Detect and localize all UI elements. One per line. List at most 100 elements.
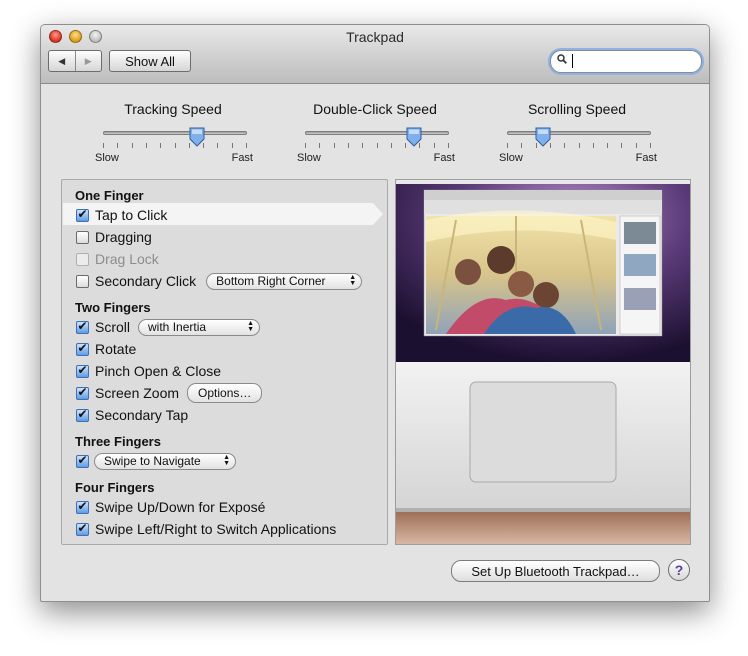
secondary-click-row[interactable]: Secondary Click Bottom Right Corner ▲ ▼: [76, 271, 363, 291]
rotate-label: Rotate: [95, 341, 137, 357]
secondary-click-label: Secondary Click: [95, 273, 197, 289]
updown-arrows-icon: ▲ ▼: [223, 454, 230, 467]
slider-tick: [434, 143, 435, 148]
preview-illustration: [396, 180, 690, 544]
scrolling-speed-track[interactable]: [507, 131, 651, 135]
slider-tick: [507, 143, 508, 148]
rotate-checkbox[interactable]: [76, 342, 89, 356]
slider-tick: [391, 143, 392, 148]
slider-tick: [579, 143, 580, 148]
scrolling-speed-label: Scrolling Speed: [527, 101, 627, 117]
pinch-row[interactable]: Pinch Open & Close: [76, 361, 221, 381]
slider-tick: [362, 143, 363, 148]
forward-button[interactable]: ▶: [76, 51, 102, 71]
slider-tick: [117, 143, 118, 148]
scrolling-speed-fast-label: Fast: [635, 152, 657, 164]
screen-zoom-options-button[interactable]: Options…: [187, 383, 263, 403]
search-field[interactable]: [550, 50, 702, 73]
gesture-preview-video: [395, 179, 691, 545]
trackpad-preferences-window: Trackpad ◀ ▶ Show All Tracking Speed Slo…: [40, 24, 710, 602]
slider-tick: [132, 143, 133, 148]
tracking-speed-label: Tracking Speed: [124, 101, 222, 117]
secondary-click-popup[interactable]: Bottom Right Corner ▲ ▼: [206, 272, 363, 290]
tracking-speed-ticks: [103, 143, 247, 149]
updown-arrows-icon: ▲ ▼: [247, 320, 255, 333]
title-bar: Trackpad ◀ ▶ Show All: [41, 25, 709, 84]
switch-apps-label: Swipe Left/Right to Switch Applications: [95, 521, 337, 537]
one-finger-heading: One Finger: [75, 188, 144, 203]
screen-zoom-label: Screen Zoom: [95, 385, 180, 401]
slider-tick: [650, 143, 651, 148]
slider-tick: [146, 143, 147, 148]
scroll-row[interactable]: Scroll with Inertia ▲▼: [76, 317, 261, 337]
pinch-checkbox[interactable]: [76, 364, 89, 378]
two-fingers-heading: Two Fingers: [75, 300, 151, 315]
help-button[interactable]: ?: [668, 559, 690, 581]
tracking-speed-slider-group: Tracking Speed Slow Fast: [93, 97, 253, 167]
search-icon: [557, 54, 567, 64]
double-click-speed-knob[interactable]: [406, 127, 422, 147]
text-caret: [572, 54, 573, 68]
expose-checkbox[interactable]: [76, 500, 89, 514]
three-finger-swipe-popup[interactable]: Swipe to Navigate ▲ ▼: [94, 452, 236, 470]
slider-tick: [217, 143, 218, 148]
three-finger-swipe-checkbox[interactable]: [76, 454, 89, 468]
secondary-tap-checkbox[interactable]: [76, 408, 89, 422]
slider-tick: [607, 143, 608, 148]
scroll-inertia-popup[interactable]: with Inertia ▲ ▼: [138, 318, 261, 336]
scrolling-speed-slow-label: Slow: [499, 152, 523, 164]
tap-to-click-checkbox[interactable]: [76, 208, 89, 222]
dragging-checkbox[interactable]: [76, 230, 89, 244]
scroll-checkbox[interactable]: [76, 320, 89, 334]
screen-zoom-checkbox[interactable]: [76, 386, 89, 400]
secondary-click-checkbox[interactable]: [76, 274, 89, 288]
slider-tick: [377, 143, 378, 148]
tap-to-click-row[interactable]: Tap to Click: [76, 205, 167, 225]
switch-apps-row[interactable]: Swipe Left/Right to Switch Applications: [76, 519, 336, 539]
double-click-speed-slow-label: Slow: [297, 152, 321, 164]
double-click-speed-ticks: [305, 143, 449, 149]
updown-arrows-icon: ▲ ▼: [349, 274, 357, 287]
drag-lock-checkbox: [76, 252, 89, 266]
slider-tick: [232, 143, 233, 148]
dragging-label: Dragging: [95, 229, 152, 245]
slider-tick: [319, 143, 320, 148]
setup-bluetooth-trackpad-button[interactable]: Set Up Bluetooth Trackpad…: [451, 560, 660, 582]
slider-tick: [448, 143, 449, 148]
secondary-click-popup-value: Bottom Right Corner: [216, 274, 326, 288]
slider-tick: [348, 143, 349, 148]
scrolling-speed-knob[interactable]: [535, 127, 551, 147]
four-fingers-heading: Four Fingers: [75, 480, 155, 495]
slider-tick: [564, 143, 565, 148]
dragging-row[interactable]: Dragging: [76, 227, 152, 247]
secondary-tap-row[interactable]: Secondary Tap: [76, 405, 188, 425]
back-button[interactable]: ◀: [49, 51, 76, 71]
expose-row[interactable]: Swipe Up/Down for Exposé: [76, 497, 265, 517]
scrolling-speed-slider-group: Scrolling Speed Slow Fast: [497, 97, 657, 167]
tracking-speed-slow-label: Slow: [95, 152, 119, 164]
tracking-speed-track[interactable]: [103, 131, 247, 135]
tracking-speed-knob[interactable]: [189, 127, 205, 147]
slider-tick: [621, 143, 622, 148]
drag-lock-row: Drag Lock: [76, 249, 159, 269]
scrolling-speed-ticks: [507, 143, 651, 149]
show-all-button[interactable]: Show All: [109, 50, 191, 72]
rotate-row[interactable]: Rotate: [76, 339, 136, 359]
window-title: Trackpad: [346, 29, 404, 45]
double-click-speed-slider-group: Double-Click Speed Slow Fast: [295, 97, 455, 167]
double-click-speed-track[interactable]: [305, 131, 449, 135]
slider-tick: [160, 143, 161, 148]
three-finger-swipe-row[interactable]: Swipe to Navigate ▲▼: [76, 451, 236, 471]
screen-zoom-row[interactable]: Screen Zoom Options…: [76, 383, 263, 403]
three-fingers-heading: Three Fingers: [75, 434, 161, 449]
three-finger-swipe-popup-value: Swipe to Navigate: [104, 454, 201, 468]
slider-tick: [521, 143, 522, 148]
tap-to-click-label: Tap to Click: [95, 207, 168, 223]
drag-lock-label: Drag Lock: [95, 251, 159, 267]
switch-apps-checkbox[interactable]: [76, 522, 89, 536]
slider-tick: [246, 143, 247, 148]
slider-tick: [593, 143, 594, 148]
search-input[interactable]: [571, 53, 693, 69]
slider-tick: [334, 143, 335, 148]
back-forward-buttons: ◀ ▶: [48, 50, 102, 72]
